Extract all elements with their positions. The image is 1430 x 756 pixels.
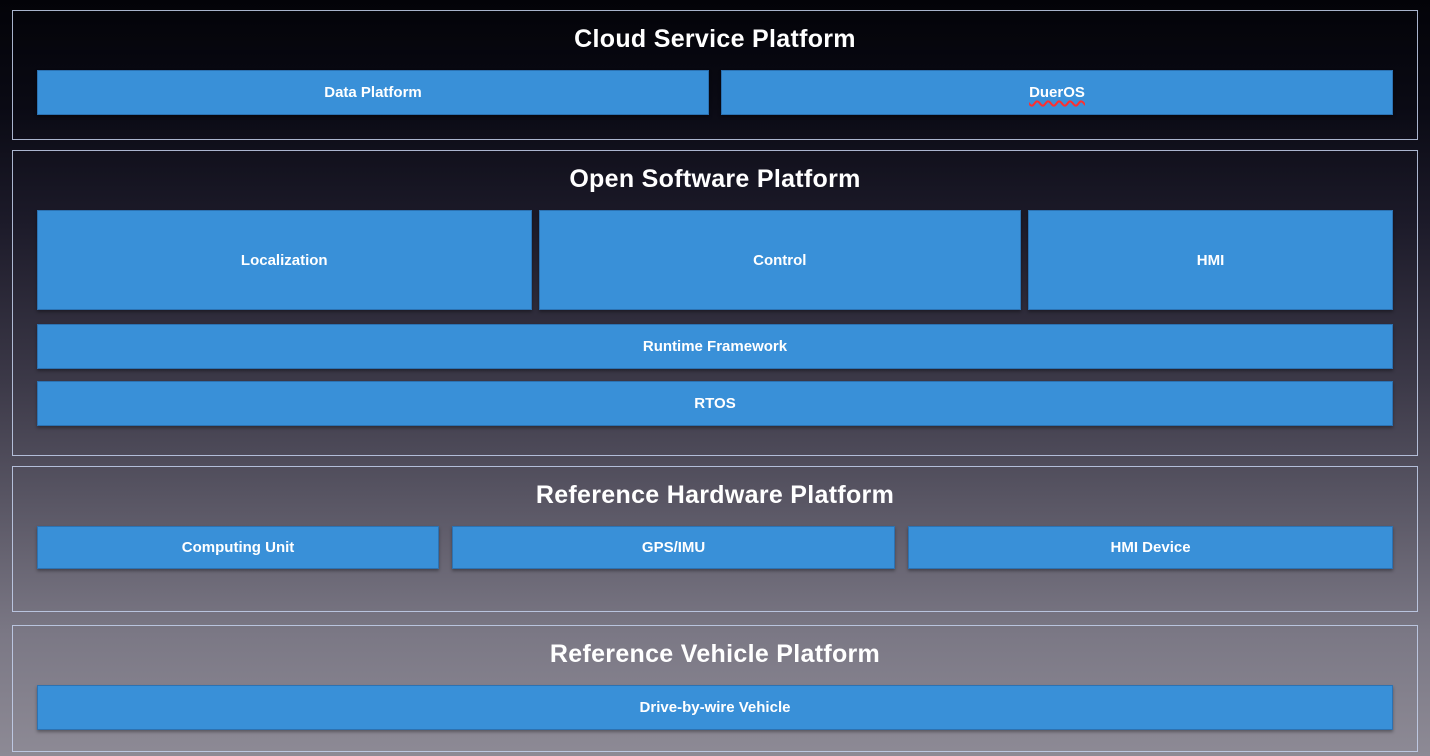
section-title-hardware: Reference Hardware Platform bbox=[37, 481, 1393, 510]
box-computing-unit-label: Computing Unit bbox=[182, 539, 294, 556]
box-localization-label: Localization bbox=[241, 252, 328, 269]
box-rtos: RTOS bbox=[37, 381, 1393, 426]
box-gps-imu: GPS/IMU bbox=[452, 526, 895, 569]
box-drive-by-wire-vehicle-label: Drive-by-wire Vehicle bbox=[640, 699, 791, 716]
section-reference-hardware-platform: Reference Hardware Platform Computing Un… bbox=[12, 466, 1418, 612]
box-hmi-device: HMI Device bbox=[908, 526, 1393, 569]
section-title-cloud: Cloud Service Platform bbox=[37, 25, 1393, 54]
box-computing-unit: Computing Unit bbox=[37, 526, 439, 569]
box-rtos-label: RTOS bbox=[694, 395, 735, 412]
box-localization: Localization bbox=[37, 210, 532, 310]
section-open-software-platform: Open Software Platform Localization Cont… bbox=[12, 150, 1418, 456]
cloud-boxes-row: Data Platform DuerOS bbox=[37, 70, 1393, 115]
section-title-software: Open Software Platform bbox=[37, 165, 1393, 194]
section-reference-vehicle-platform: Reference Vehicle Platform Drive-by-wire… bbox=[12, 625, 1418, 752]
box-hmi: HMI bbox=[1028, 210, 1393, 310]
box-hmi-label: HMI bbox=[1197, 252, 1225, 269]
box-gps-imu-label: GPS/IMU bbox=[642, 539, 705, 556]
box-dueros-label: DuerOS bbox=[1029, 84, 1085, 101]
software-modules-row: Localization Control HMI bbox=[37, 210, 1393, 310]
section-cloud-service-platform: Cloud Service Platform Data Platform Due… bbox=[12, 10, 1418, 140]
box-data-platform-label: Data Platform bbox=[324, 84, 422, 101]
architecture-diagram: Cloud Service Platform Data Platform Due… bbox=[0, 0, 1430, 756]
section-title-vehicle: Reference Vehicle Platform bbox=[37, 640, 1393, 669]
box-control: Control bbox=[539, 210, 1022, 310]
box-runtime-framework-label: Runtime Framework bbox=[643, 338, 787, 355]
box-dueros: DuerOS bbox=[721, 70, 1393, 115]
box-data-platform: Data Platform bbox=[37, 70, 709, 115]
box-runtime-framework: Runtime Framework bbox=[37, 324, 1393, 369]
hardware-boxes-row: Computing Unit GPS/IMU HMI Device bbox=[37, 526, 1393, 569]
box-control-label: Control bbox=[753, 252, 806, 269]
box-hmi-device-label: HMI Device bbox=[1111, 539, 1191, 556]
box-drive-by-wire-vehicle: Drive-by-wire Vehicle bbox=[37, 685, 1393, 730]
